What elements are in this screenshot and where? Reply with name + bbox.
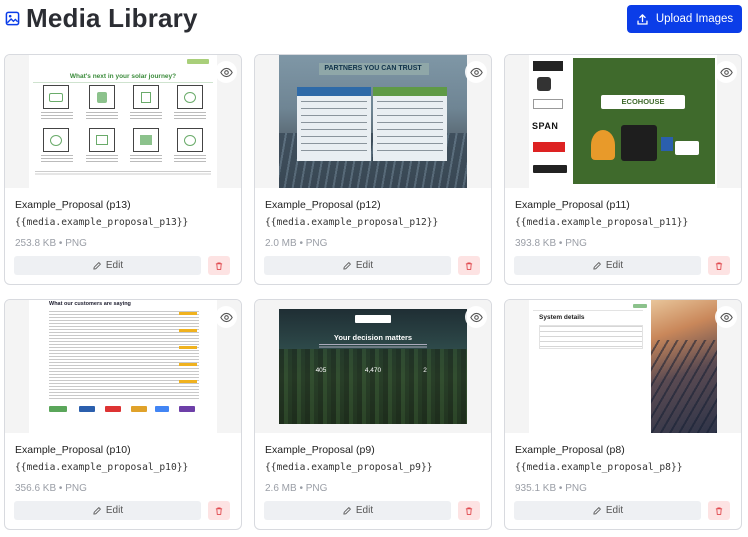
pencil-icon [343, 261, 351, 270]
media-card[interactable]: Your decision matters 405 4,470 2 Exampl… [254, 299, 492, 530]
edit-button[interactable]: Edit [264, 256, 451, 275]
slide-heading: What our customers are saying [49, 301, 131, 307]
pencil-icon [93, 506, 101, 515]
media-meta: 253.8 KB • PNG [15, 238, 87, 249]
preview-button[interactable] [215, 306, 237, 328]
preview-button[interactable] [465, 61, 487, 83]
slide-preview: PARTNERS YOU CAN TRUST [279, 55, 467, 188]
edit-button[interactable]: Edit [514, 256, 701, 275]
slide-preview: What's next in your solar journey? [29, 55, 217, 188]
media-variable: {{media.example_proposal_p10}} [15, 462, 189, 473]
header: Media Library Upload Images [0, 0, 748, 42]
media-variable: {{media.example_proposal_p12}} [265, 217, 439, 228]
eye-icon [719, 67, 733, 77]
pencil-icon [593, 261, 601, 270]
media-variable: {{media.example_proposal_p11}} [515, 217, 689, 228]
media-thumbnail[interactable]: What's next in your solar journey? [5, 55, 241, 188]
slide-stat: 4,470 [364, 367, 382, 374]
edit-button[interactable]: Edit [14, 501, 201, 520]
upload-icon [637, 13, 648, 25]
pencil-icon [343, 506, 351, 515]
media-card[interactable]: What our customers are saying Example_Pr… [4, 299, 242, 530]
eye-icon [719, 312, 733, 322]
preview-button[interactable] [715, 306, 737, 328]
media-variable: {{media.example_proposal_p8}} [515, 462, 683, 473]
delete-button[interactable] [458, 256, 480, 275]
edit-label: Edit [605, 505, 624, 516]
trash-icon [465, 506, 473, 515]
pencil-icon [93, 261, 101, 270]
upload-images-label: Upload Images [655, 13, 734, 25]
preview-button[interactable] [215, 61, 237, 83]
media-thumbnail[interactable]: What our customers are saying [5, 300, 241, 433]
media-thumbnail[interactable]: System details [505, 300, 741, 433]
edit-label: Edit [355, 505, 374, 516]
media-meta: 2.6 MB • PNG [265, 483, 328, 494]
eye-icon [219, 67, 233, 77]
slide-heading: What's next in your solar journey? [69, 73, 177, 80]
media-name: Example_Proposal (p10) [15, 444, 131, 456]
delete-button[interactable] [208, 256, 230, 275]
image-icon [5, 11, 20, 26]
delete-button[interactable] [708, 501, 730, 520]
media-meta: 356.6 KB • PNG [15, 483, 87, 494]
media-card[interactable]: ECOHOUSE SPAN Example_Proposal (p11) {{m… [504, 54, 742, 285]
preview-button[interactable] [465, 306, 487, 328]
slide-heading: PARTNERS YOU CAN TRUST [324, 65, 422, 72]
media-card[interactable]: System details Example_Proposal (p8) {{m… [504, 299, 742, 530]
eye-icon [219, 312, 233, 322]
slide-preview: System details [529, 300, 717, 433]
delete-button[interactable] [208, 501, 230, 520]
media-name: Example_Proposal (p8) [515, 444, 625, 456]
media-thumbnail[interactable]: ECOHOUSE SPAN [505, 55, 741, 188]
edit-label: Edit [105, 505, 124, 516]
edit-button[interactable]: Edit [514, 501, 701, 520]
eye-icon [469, 312, 483, 322]
slide-stat: 405 [315, 367, 327, 374]
media-name: Example_Proposal (p11) [515, 199, 630, 211]
trash-icon [215, 261, 223, 270]
media-name: Example_Proposal (p13) [15, 199, 131, 211]
upload-images-button[interactable]: Upload Images [627, 5, 742, 33]
slide-stat: 2 [423, 367, 427, 374]
media-thumbnail[interactable]: PARTNERS YOU CAN TRUST [255, 55, 491, 188]
preview-button[interactable] [715, 61, 737, 83]
page-title: Media Library [26, 3, 198, 33]
media-meta: 393.8 KB • PNG [515, 238, 587, 249]
edit-button[interactable]: Edit [14, 256, 201, 275]
edit-label: Edit [605, 260, 624, 271]
trash-icon [715, 261, 723, 270]
slide-side-logo: SPAN [532, 121, 559, 131]
media-card[interactable]: PARTNERS YOU CAN TRUST Example_Proposal … [254, 54, 492, 285]
slide-heading: Your decision matters [333, 333, 413, 342]
media-name: Example_Proposal (p9) [265, 444, 375, 456]
delete-button[interactable] [708, 256, 730, 275]
trash-icon [465, 261, 473, 270]
slide-preview: What our customers are saying [29, 300, 217, 433]
edit-button[interactable]: Edit [264, 501, 451, 520]
delete-button[interactable] [458, 501, 480, 520]
eye-icon [469, 67, 483, 77]
media-variable: {{media.example_proposal_p13}} [15, 217, 189, 228]
media-meta: 935.1 KB • PNG [515, 483, 587, 494]
trash-icon [215, 506, 223, 515]
slide-preview: ECOHOUSE SPAN [529, 55, 717, 188]
media-thumbnail[interactable]: Your decision matters 405 4,470 2 [255, 300, 491, 433]
media-meta: 2.0 MB • PNG [265, 238, 328, 249]
media-name: Example_Proposal (p12) [265, 199, 381, 211]
slide-preview: Your decision matters 405 4,470 2 [279, 309, 467, 424]
edit-label: Edit [355, 260, 374, 271]
edit-label: Edit [105, 260, 124, 271]
slide-logo: ECOHOUSE [621, 97, 665, 106]
media-variable: {{media.example_proposal_p9}} [265, 462, 433, 473]
trash-icon [715, 506, 723, 515]
media-card[interactable]: What's next in your solar journey? Examp… [4, 54, 242, 285]
slide-heading: System details [539, 314, 585, 321]
pencil-icon [593, 506, 601, 515]
